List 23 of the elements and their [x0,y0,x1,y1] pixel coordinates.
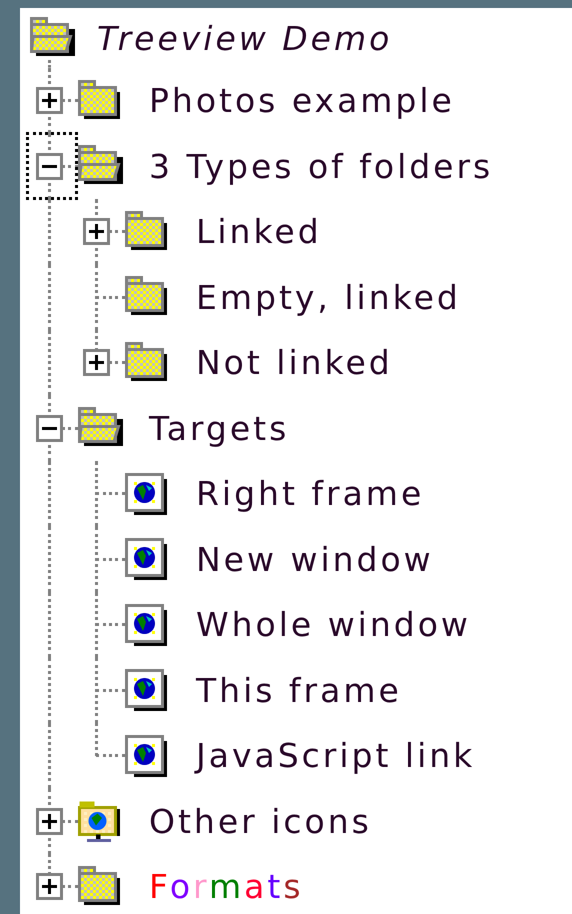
tree-item-link[interactable]: Other icons [149,802,372,841]
tree-item-link[interactable]: Photos example [149,81,455,120]
tree-item-link[interactable]: JavaScript link [196,736,476,776]
tree-item-link[interactable]: Whole window [196,605,471,644]
tree-item-link[interactable]: Right frame [196,474,424,514]
expand-icon[interactable] [83,349,110,376]
tree-item-link[interactable]: Formats [149,867,304,906]
expand-icon[interactable] [36,87,63,114]
tree-item-link[interactable]: New window [196,540,434,579]
expand-icon[interactable] [36,873,63,900]
tree-item-link[interactable]: Empty, linked [196,278,461,317]
tree-item-link[interactable]: Treeview Demo [97,18,392,58]
tree-item-link[interactable]: This frame [196,670,402,710]
globe-monitor-icon [78,800,123,842]
collapse-icon[interactable] [36,414,63,442]
expand-icon[interactable] [83,218,110,246]
tree-item-link[interactable]: Not linked [196,343,393,382]
tree-item-link[interactable]: Linked [196,212,322,252]
open-folder-icon [30,17,75,59]
tree-item-link[interactable]: Targets [149,408,290,448]
tree-item-link[interactable]: 3 Types of folders [149,146,494,186]
collapse-icon[interactable] [36,152,63,180]
expand-icon[interactable] [36,808,63,835]
